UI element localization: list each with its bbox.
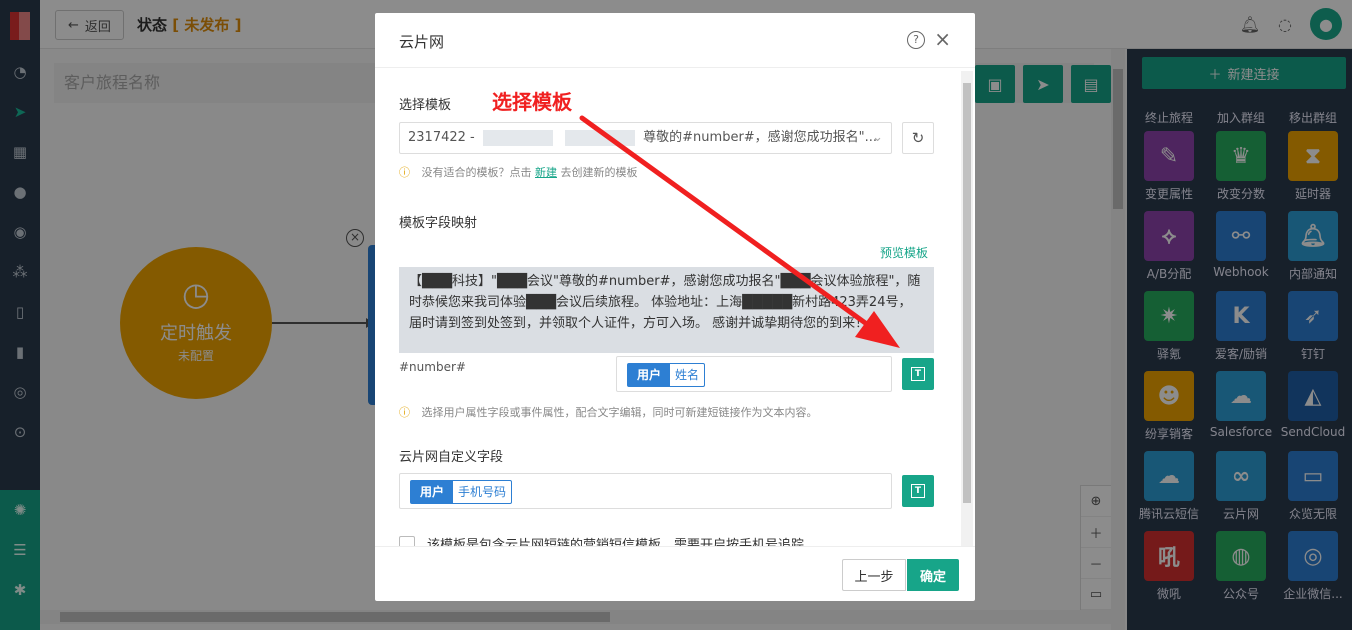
annotation-arrow: [579, 115, 900, 348]
app-root: ◔ ➤ ▦ ● ◉ ⁂ ▯ ▮ ◎ ⊙ ✺ ☰ ✱ ← 返回 状态 [ 未发布 …: [0, 0, 1352, 630]
